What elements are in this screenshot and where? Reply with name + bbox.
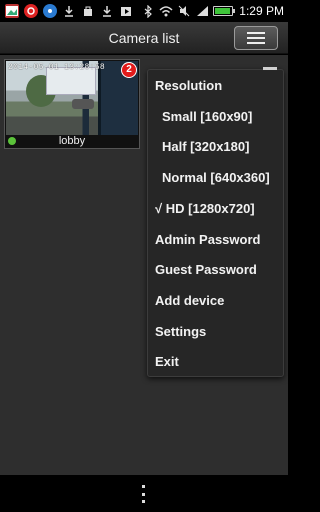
app-header: Camera list [0,22,288,54]
menu-item-exit[interactable]: Exit [148,347,283,377]
menu-item-resolution-small[interactable]: Small [160x90] [148,102,283,132]
signal-icon [195,4,209,18]
mute-icon [177,4,191,18]
camera-name: lobby [58,135,86,147]
overflow-menu-icon[interactable] [140,485,146,503]
download-icon [62,4,76,18]
options-menu: Resolution Small [160x90] Half [320x180]… [147,67,284,377]
menu-item-resolution-half[interactable]: Half [320x180] [148,132,283,162]
menu-item-admin-password[interactable]: Admin Password [148,225,283,255]
menu-item-add-device[interactable]: Add device [148,286,283,316]
navigation-bar [0,475,288,512]
battery-icon [213,6,236,16]
menu-section-resolution: Resolution [155,78,223,93]
status-time: 1:29 PM [239,4,284,18]
download-icon [100,4,114,18]
play-store-icon [119,4,133,18]
event-count-badge: 2 [121,62,137,78]
menu-item-resolution-hd[interactable]: √ HD [1280x720] [148,194,283,224]
menu-item-guest-password[interactable]: Guest Password [148,255,283,285]
alert-notification-icon [24,4,38,18]
status-bar: 1:29 PM [0,0,288,22]
wifi-icon [159,4,173,18]
hamburger-menu-icon[interactable] [234,26,278,50]
app-notification-icon [43,4,57,18]
menu-item-resolution-normal[interactable]: Normal [640x360] [148,163,283,193]
camera-timestamp: 2014-05-01 13:28:58 [8,63,105,72]
menu-item-settings[interactable]: Settings [148,317,283,347]
bag-icon [81,4,95,18]
camera-snapshot: 2014-05-01 13:28:58 [6,61,138,135]
bluetooth-icon [141,4,155,18]
camera-tile[interactable]: 2014-05-01 13:28:58 2 lobby [4,59,140,149]
image-notification-icon [5,4,19,18]
